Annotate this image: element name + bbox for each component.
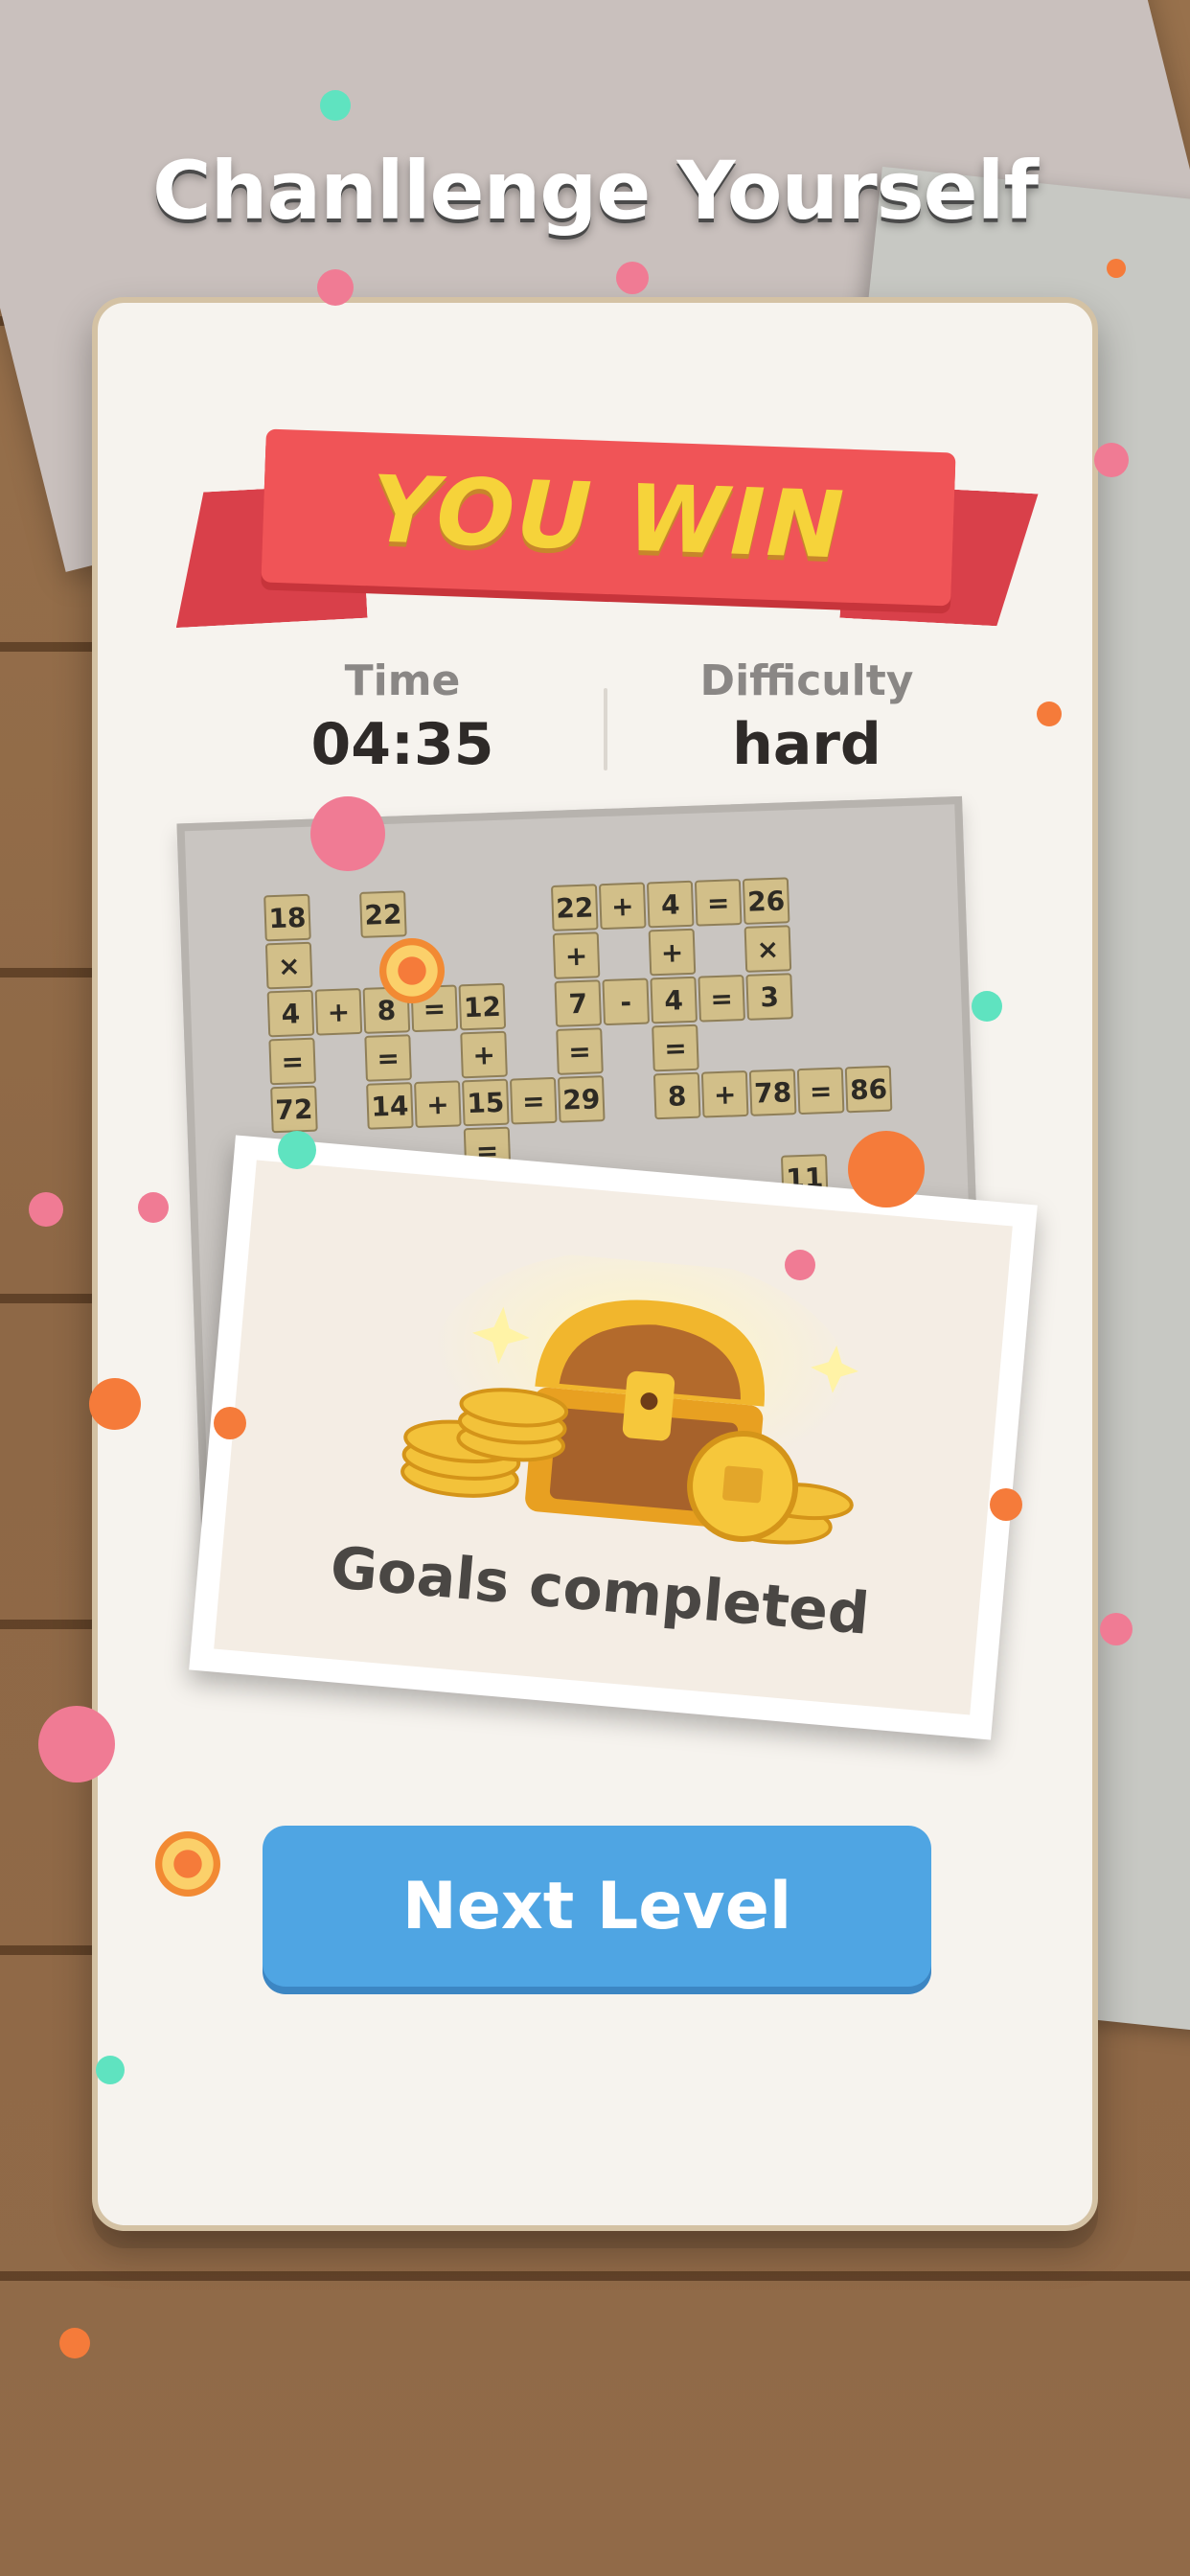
confetti-dot <box>38 1706 115 1782</box>
puzzle-tile: = <box>364 1034 412 1082</box>
difficulty-stat: Difficulty hard <box>663 656 950 778</box>
puzzle-tile: 12 <box>458 982 507 1031</box>
you-win-ribbon: YOU WIN <box>172 428 1035 652</box>
puzzle-tile: 7 <box>554 979 603 1027</box>
puzzle-tile: 18 <box>263 893 311 942</box>
puzzle-tile: = <box>268 1037 317 1086</box>
time-label: Time <box>344 656 461 705</box>
confetti-dot <box>785 1250 815 1280</box>
puzzle-tile: 26 <box>742 877 790 925</box>
reward-card: Goals completed <box>189 1135 1038 1740</box>
puzzle-tile: 4 <box>646 880 695 929</box>
puzzle-tile: + <box>460 1030 508 1079</box>
puzzle-tile: 22 <box>550 884 599 932</box>
confetti-dot <box>320 90 351 121</box>
puzzle-tile: = <box>694 879 743 927</box>
puzzle-tile: 15 <box>461 1078 510 1127</box>
treasure-chest-icon <box>400 1251 858 1545</box>
puzzle-tile: 4 <box>266 989 315 1038</box>
reward-card-inner: Goals completed <box>214 1160 1013 1715</box>
time-stat: Time 04:35 <box>259 656 546 778</box>
confetti-dot <box>96 2056 125 2084</box>
page-headline: Chanllenge Yourself <box>152 144 1039 238</box>
puzzle-tile: 78 <box>748 1069 797 1116</box>
target-badge-icon <box>155 1831 220 1897</box>
confetti-dot <box>1037 702 1062 726</box>
puzzle-tile: - <box>602 978 651 1026</box>
puzzle-tile: 29 <box>557 1075 606 1123</box>
confetti-dot <box>990 1488 1022 1521</box>
puzzle-tile: 8 <box>652 1071 701 1120</box>
puzzle-tile: 86 <box>844 1065 893 1114</box>
you-win-title: YOU WIN <box>369 455 848 580</box>
puzzle-tile: = <box>698 974 745 1023</box>
confetti-dot <box>278 1131 316 1169</box>
puzzle-tile: + <box>700 1070 749 1118</box>
difficulty-value: hard <box>732 711 881 778</box>
puzzle-tile: × <box>264 941 313 990</box>
confetti-dot <box>1100 1613 1133 1645</box>
confetti-dot <box>317 269 354 306</box>
confetti-dot <box>29 1192 63 1227</box>
puzzle-tile: 4 <box>650 976 698 1024</box>
puzzle-tile: × <box>744 925 792 973</box>
confetti-dot <box>616 262 649 294</box>
confetti-dot <box>1094 443 1129 477</box>
time-value: 04:35 <box>310 711 494 778</box>
confetti-dot <box>972 991 1002 1022</box>
confetti-dot <box>59 2328 90 2358</box>
puzzle-tile: + <box>314 987 363 1036</box>
puzzle-tile: 14 <box>366 1082 414 1130</box>
target-badge-icon <box>379 938 445 1003</box>
puzzle-tile: 3 <box>745 973 793 1021</box>
confetti-dot <box>848 1131 925 1208</box>
next-level-button[interactable]: Next Level <box>263 1826 931 1987</box>
ribbon-banner: YOU WIN <box>261 428 956 607</box>
puzzle-tile: = <box>509 1076 558 1125</box>
confetti-dot <box>89 1378 141 1430</box>
stats-divider <box>604 688 607 770</box>
puzzle-tile: + <box>648 928 697 977</box>
confetti-dot <box>310 796 385 871</box>
puzzle-tile: = <box>652 1024 699 1072</box>
puzzle-tile: = <box>796 1067 845 1116</box>
puzzle-tile: + <box>552 932 601 979</box>
difficulty-label: Difficulty <box>699 656 914 705</box>
puzzle-tile: + <box>414 1080 462 1129</box>
puzzle-tile: + <box>598 882 647 931</box>
puzzle-tile: 22 <box>359 890 407 938</box>
puzzle-tile: 72 <box>270 1085 318 1134</box>
confetti-dot <box>1107 259 1126 278</box>
puzzle-tile: = <box>556 1027 604 1075</box>
confetti-dot <box>214 1407 246 1439</box>
confetti-dot <box>138 1192 169 1223</box>
